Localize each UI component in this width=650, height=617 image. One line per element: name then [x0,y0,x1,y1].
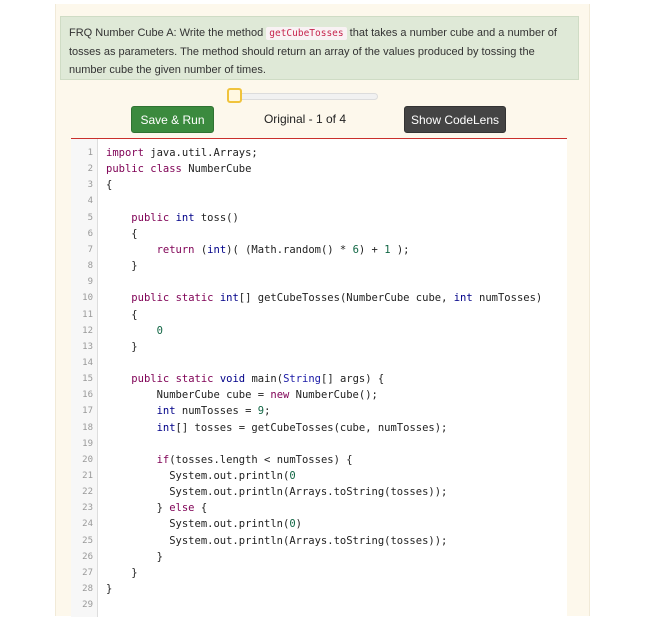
line-number: 14 [82,357,93,368]
line-number: 26 [82,551,93,562]
code-line[interactable]: 10 public static int[] getCubeTosses(Num… [71,290,567,306]
code-line[interactable]: 11 { [71,307,567,323]
line-number: 20 [82,454,93,465]
line-number: 21 [82,471,93,481]
line-number: 17 [82,406,93,417]
code-text[interactable]: { [106,177,112,193]
code-text[interactable]: public class NumberCube [106,161,251,177]
code-line[interactable]: 3{ [71,177,567,193]
line-number: 3 [87,180,93,191]
code-line[interactable]: 28} [71,581,567,597]
line-number: 27 [82,567,93,578]
code-text[interactable]: NumberCube cube = new NumberCube(); [106,387,378,403]
show-codelens-button[interactable]: Show CodeLens [404,106,506,133]
code-line[interactable]: 26 } [71,549,567,565]
code-text[interactable]: if(tosses.length < numTosses) { [106,452,353,468]
line-number: 18 [82,422,93,433]
line-number: 12 [82,325,93,336]
line-number: 16 [82,390,93,401]
line-number: 4 [87,196,93,207]
code-line[interactable]: 15 public static void main(String[] args… [71,371,567,387]
code-text[interactable]: public static void main(String[] args) { [106,371,384,387]
code-text[interactable]: public static int[] getCubeTosses(Number… [106,290,542,306]
line-number: 23 [82,503,93,514]
code-text[interactable]: } [106,581,112,597]
code-line[interactable]: 27 } [71,565,567,581]
code-line[interactable]: 14 [71,355,567,371]
line-number: 5 [87,212,93,223]
line-number: 1 [87,148,93,158]
code-line[interactable]: 18 int[] tosses = getCubeTosses(cube, nu… [71,420,567,436]
line-number: 10 [82,293,93,304]
code-line[interactable]: 23 } else { [71,500,567,516]
version-label: Original - 1 of 4 [263,112,347,126]
line-number: 28 [82,584,93,595]
code-line[interactable]: 19 [71,436,567,452]
line-number: 6 [87,228,93,239]
version-slider-track[interactable] [232,93,378,100]
code-line[interactable]: 2 public class NumberCube [71,161,567,177]
code-line[interactable]: 8 } [71,258,567,274]
code-line[interactable]: 12 0 [71,323,567,339]
code-text[interactable]: System.out.println(0 [106,468,295,484]
code-text[interactable]: System.out.println(0) [106,516,302,532]
code-text[interactable]: } [106,339,137,355]
code-text[interactable]: System.out.println(Arrays.toString(tosse… [106,484,447,500]
code-text[interactable]: } [106,549,163,565]
code-line[interactable]: 13 } [71,339,567,355]
line-number: 25 [82,535,93,546]
code-line[interactable]: 4 [71,193,567,209]
code-line[interactable]: 20 if(tosses.length < numTosses) { [71,452,567,468]
line-number: 19 [82,438,93,449]
prompt-text-before: FRQ Number Cube A: Write the method [69,27,267,39]
code-line[interactable]: 1 import java.util.Arrays; [71,145,567,161]
code-line[interactable]: 6 { [71,226,567,242]
code-text[interactable]: public int toss() [106,210,239,226]
code-line[interactable]: 25 System.out.println(Arrays.toString(to… [71,533,567,549]
line-number: 15 [82,374,93,385]
code-text[interactable]: 0 [106,323,163,339]
line-number: 2 [87,164,93,175]
page: FRQ Number Cube A: Write the method getC… [0,0,650,617]
code-text[interactable]: } else { [106,500,208,516]
code-text[interactable]: import java.util.Arrays; [106,145,258,161]
code-text[interactable]: int numTosses = 9; [106,403,271,419]
method-name-code: getCubeTosses [266,27,347,40]
line-number: 22 [82,487,93,498]
version-slider-handle[interactable] [227,88,242,103]
code-line[interactable]: 17 int numTosses = 9; [71,403,567,419]
code-text[interactable]: System.out.println(Arrays.toString(tosse… [106,533,447,549]
code-text[interactable]: { [106,307,137,323]
code-line[interactable]: 5 public int toss() [71,210,567,226]
code-line[interactable]: 9 [71,274,567,290]
code-text[interactable]: } [106,258,137,274]
code-text[interactable]: int[] tosses = getCubeTosses(cube, numTo… [106,420,448,436]
line-number: 13 [82,341,93,352]
line-number: 29 [82,600,93,611]
save-and-run-button[interactable]: Save & Run [131,106,214,133]
code-text[interactable]: { [106,226,137,242]
line-number: 24 [82,519,93,530]
line-number: 8 [87,261,93,272]
code-line[interactable]: 16 NumberCube cube = new NumberCube(); [71,387,567,403]
code-text[interactable]: return (int)( (Math.random() * 6) + 1 ); [106,242,410,258]
line-number: 7 [87,244,93,255]
code-line[interactable]: 21 System.out.println(0 [71,468,567,484]
code-line[interactable]: 29 [71,597,567,613]
code-line[interactable]: 7 return (int)( (Math.random() * 6) + 1 … [71,242,567,258]
line-number: 9 [87,277,93,288]
code-line[interactable]: 24 System.out.println(0) [71,516,567,532]
code-editor[interactable]: 1 import java.util.Arrays; 2 public class N… [71,138,567,617]
code-text[interactable]: } [106,565,137,581]
line-number: 11 [82,309,93,320]
question-prompt: FRQ Number Cube A: Write the method getC… [60,16,579,80]
code-line[interactable]: 22 System.out.println(Arrays.toString(to… [71,484,567,500]
